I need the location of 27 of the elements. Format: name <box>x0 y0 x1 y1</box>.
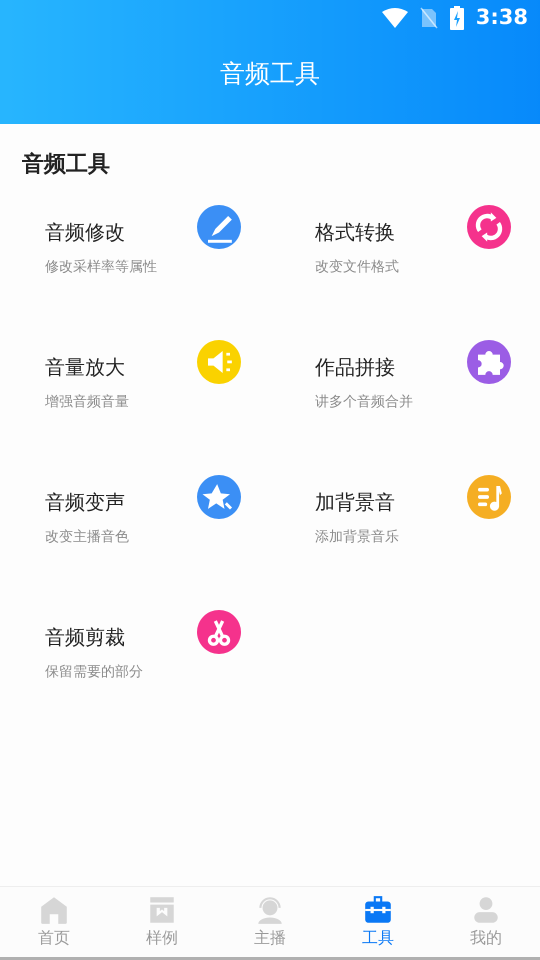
tool-subtitle: 修改采样率等属性 <box>45 258 157 277</box>
battery-charging-icon <box>450 6 464 30</box>
tool-subtitle: 改变文件格式 <box>315 258 399 277</box>
tool-title[interactable]: 音频变声 <box>45 487 125 517</box>
tool-scissors-icon[interactable] <box>197 610 241 654</box>
header-title: 音频工具 <box>220 58 320 90</box>
tool-subtitle: 讲多个音频合并 <box>315 393 413 412</box>
tool-title[interactable]: 音频修改 <box>45 217 125 247</box>
tool-subtitle: 增强音频音量 <box>45 393 129 412</box>
status-time: 3:38 <box>476 4 528 32</box>
tool-edit-icon[interactable] <box>197 205 241 249</box>
toolbox-icon <box>362 894 394 926</box>
tool-convert-icon[interactable] <box>467 205 511 249</box>
tool-title[interactable]: 格式转换 <box>315 217 395 247</box>
wifi-icon <box>382 8 408 28</box>
tool-subtitle: 保留需要的部分 <box>45 663 143 682</box>
tool-title[interactable]: 作品拼接 <box>315 352 395 382</box>
tool-puzzle-icon[interactable] <box>467 340 511 384</box>
tool-title[interactable]: 加背景音 <box>315 487 395 517</box>
tool-title[interactable]: 音频剪裁 <box>45 622 125 652</box>
tool-music-icon[interactable] <box>467 475 511 519</box>
section-title: 音频工具 <box>22 150 110 179</box>
nav-tab[interactable]: 工具 <box>324 887 432 957</box>
tool-title[interactable]: 音量放大 <box>45 352 125 382</box>
no-sim-icon <box>420 7 438 29</box>
tool-subtitle: 添加背景音乐 <box>315 528 399 547</box>
tool-subtitle: 改变主播音色 <box>45 528 129 547</box>
